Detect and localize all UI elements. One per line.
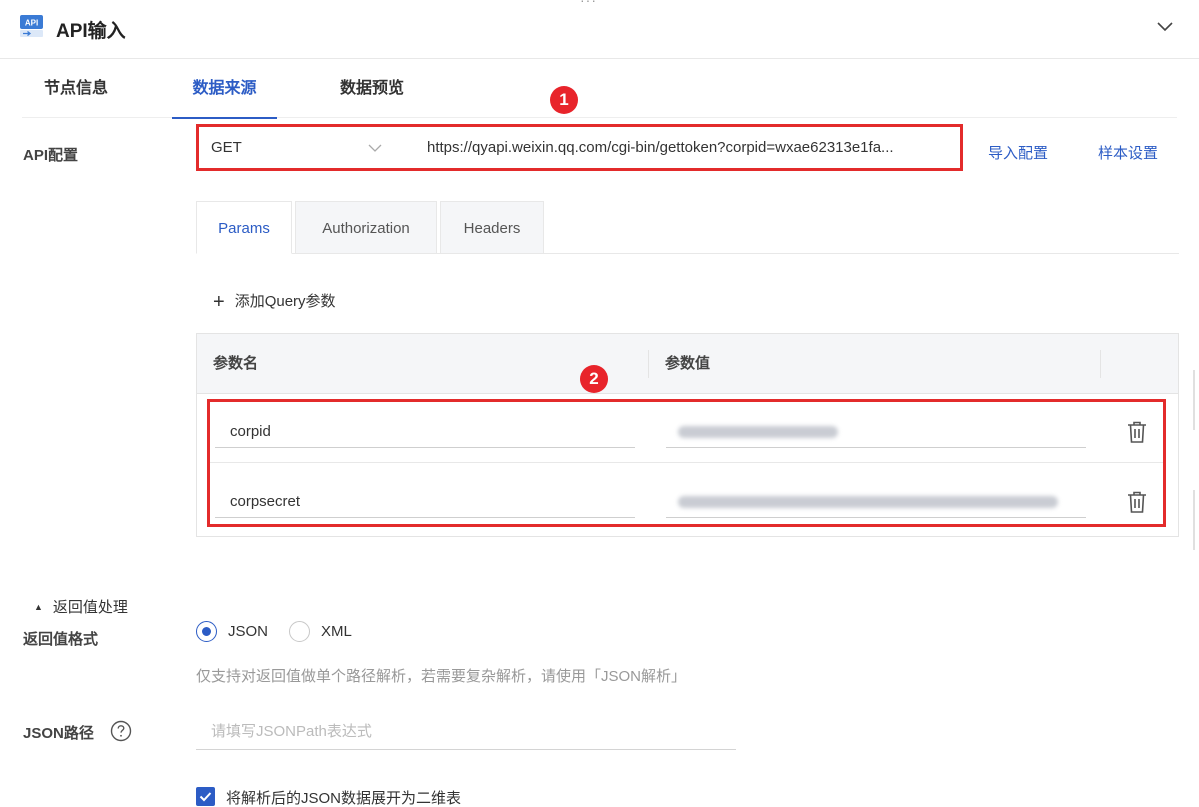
tab-node-info[interactable]: 节点信息 [22,60,130,118]
blurred-value [678,426,838,439]
request-tabs: Params Authorization Headers [196,201,1179,254]
panel-title: API输入 [56,21,126,42]
main-tabs: 节点信息 数据来源 数据预览 [22,60,1177,119]
panel-header: ··· API API输入 [0,0,1199,59]
annotation-badge-1: 1 [550,86,578,114]
radio-indicator [196,621,217,642]
caret-up-icon: ▲ [34,602,43,612]
checkbox-label: 将解析后的JSON数据展开为二维表 [226,790,462,807]
json-path-label: JSON路径 [23,725,94,742]
parse-hint-text: 仅支持对返回值做单个路径解析，若需要复杂解析，请使用「JSON解析」 [196,668,687,685]
scrollbar-track[interactable] [1193,370,1195,430]
radio-json[interactable]: JSON [196,621,276,643]
chevron-down-icon[interactable] [1155,16,1175,36]
chevron-down-icon[interactable] [367,140,383,156]
checkbox-indicator [196,787,215,806]
column-divider [1100,350,1101,378]
column-header-name: 参数名 [213,355,259,372]
scrollbar-track[interactable] [1193,490,1195,550]
plus-icon: + [213,291,225,313]
params-table-header: 参数名 参数值 [197,334,1178,394]
annotation-badge-2: 2 [580,365,608,393]
tab-data-preview[interactable]: 数据预览 [322,60,422,118]
url-input[interactable]: https://qyapi.weixin.qq.com/cgi-bin/gett… [427,127,947,168]
return-section-label: 返回值处理 [52,599,128,616]
param-rows-highlight: corpid corpsecret [207,399,1166,527]
api-config-label: API配置 [23,147,79,164]
column-header-value: 参数值 [665,355,711,372]
table-row: corpsecret [210,463,1163,524]
trash-icon[interactable] [1126,490,1148,514]
column-divider [648,350,649,378]
param-name-input[interactable]: corpid [215,416,635,448]
tab-params[interactable]: Params [196,201,292,254]
param-value-input[interactable] [666,416,1086,448]
help-icon[interactable] [110,720,132,742]
import-config-button[interactable]: 导入配置 [988,142,1048,163]
api-logo-icon: API [20,15,43,37]
tab-authorization[interactable]: Authorization [295,201,437,254]
table-row: corpid [210,402,1163,463]
param-name-input[interactable]: corpsecret [215,486,635,518]
api-config-highlight: GET https://qyapi.weixin.qq.com/cgi-bin/… [196,124,963,171]
return-section-toggle[interactable]: ▲ 返回值处理 [34,596,128,617]
add-query-label: 添加Query参数 [234,293,336,310]
tab-headers[interactable]: Headers [440,201,544,254]
drag-handle[interactable]: ··· [580,0,597,8]
radio-indicator [289,621,310,642]
radio-xml[interactable]: XML [289,621,359,643]
blurred-value [678,496,1058,509]
method-select[interactable]: GET [211,127,391,168]
api-logo-text: API [25,19,38,28]
trash-icon[interactable] [1126,420,1148,444]
radio-label: XML [321,623,352,640]
sample-settings-button[interactable]: 样本设置 [1098,142,1158,163]
param-value-input[interactable] [666,486,1086,518]
return-format-label: 返回值格式 [23,631,99,648]
add-query-param-button[interactable]: + 添加Query参数 [213,290,336,314]
check-icon [199,792,212,802]
json-path-input[interactable]: 请填写JSONPath表达式 [196,714,736,750]
radio-label: JSON [228,623,269,640]
tab-data-source[interactable]: 数据来源 [172,60,277,119]
